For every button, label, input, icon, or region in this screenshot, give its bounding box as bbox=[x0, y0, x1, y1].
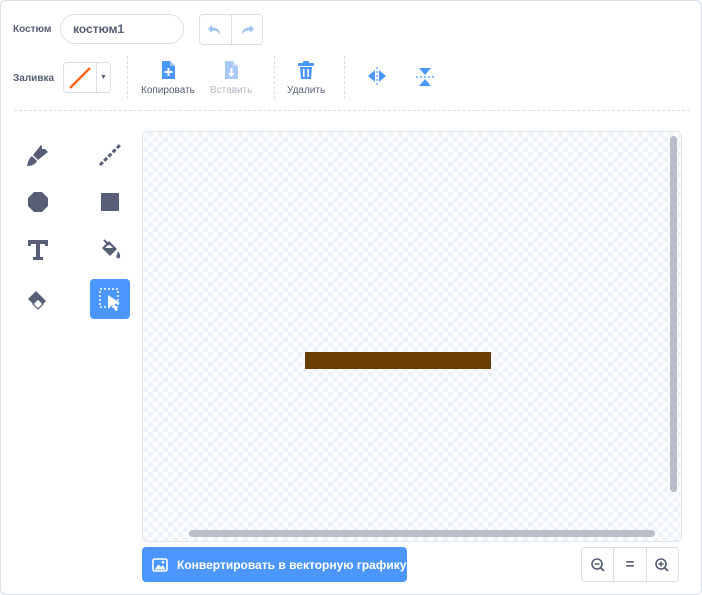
toolbar-divider bbox=[344, 56, 345, 99]
zoom-in-button[interactable] bbox=[645, 548, 678, 581]
brown-rectangle-shape[interactable] bbox=[305, 352, 491, 369]
costume-name-input[interactable] bbox=[60, 14, 184, 44]
select-tool[interactable] bbox=[90, 279, 130, 319]
undo-redo-group bbox=[199, 14, 263, 45]
eraser-icon bbox=[28, 291, 46, 310]
fill-color-picker[interactable]: ▼ bbox=[63, 62, 111, 93]
toolbar-divider bbox=[127, 56, 128, 99]
zoom-in-icon bbox=[655, 557, 669, 572]
image-icon bbox=[152, 557, 168, 572]
redo-icon bbox=[241, 24, 254, 35]
line-icon bbox=[98, 143, 122, 167]
trash-icon bbox=[298, 61, 315, 79]
flip-vertical-button[interactable] bbox=[415, 66, 435, 88]
fill-tool[interactable] bbox=[90, 230, 130, 270]
drawing-canvas[interactable] bbox=[142, 131, 682, 542]
circle-icon bbox=[28, 192, 48, 212]
flip-horizontal-icon bbox=[368, 67, 386, 85]
delete-button[interactable]: Удалить bbox=[287, 60, 325, 96]
zoom-reset-label: = bbox=[625, 556, 635, 573]
undo-button[interactable] bbox=[200, 15, 231, 44]
convert-label: Конвертировать в векторную графику bbox=[177, 557, 407, 572]
flip-horizontal-button[interactable] bbox=[366, 66, 388, 86]
paint-editor: Костюм Заливка ▼ Копировать bbox=[0, 0, 702, 595]
brush-tool[interactable] bbox=[18, 135, 58, 175]
convert-to-vector-button[interactable]: Конвертировать в векторную графику bbox=[142, 547, 407, 582]
zoom-reset-button[interactable]: = bbox=[613, 548, 645, 581]
paste-label: Вставить bbox=[210, 85, 253, 96]
fill-label: Заливка bbox=[13, 73, 55, 84]
select-icon bbox=[99, 288, 120, 311]
line-tool[interactable] bbox=[90, 135, 130, 175]
brush-icon bbox=[27, 145, 48, 166]
rectangle-tool[interactable] bbox=[90, 182, 130, 222]
toolbar-separator bbox=[14, 110, 690, 111]
fill-color-swatch[interactable] bbox=[64, 63, 96, 92]
paste-button[interactable]: Вставить bbox=[210, 60, 252, 96]
horizontal-scrollbar[interactable] bbox=[189, 530, 655, 537]
zoom-out-button[interactable] bbox=[582, 548, 613, 581]
costume-label: Костюм bbox=[13, 24, 52, 35]
circle-tool[interactable] bbox=[18, 182, 58, 222]
text-icon bbox=[28, 240, 48, 260]
toolbar-divider bbox=[274, 56, 275, 99]
flip-vertical-icon bbox=[416, 68, 434, 86]
delete-label: Удалить bbox=[287, 85, 326, 96]
text-tool[interactable] bbox=[18, 230, 58, 270]
fill-bucket-icon bbox=[102, 239, 121, 259]
eraser-tool[interactable] bbox=[18, 279, 58, 319]
vertical-scrollbar[interactable] bbox=[670, 136, 677, 492]
paste-icon bbox=[225, 61, 239, 79]
copy-icon bbox=[161, 61, 175, 79]
fill-dropdown-arrow[interactable]: ▼ bbox=[96, 63, 110, 92]
redo-button[interactable] bbox=[230, 15, 263, 44]
copy-label: Копировать bbox=[141, 85, 195, 96]
copy-button[interactable]: Копировать bbox=[141, 60, 195, 96]
rectangle-icon bbox=[101, 193, 119, 211]
no-fill-swatch-icon bbox=[69, 66, 91, 89]
undo-icon bbox=[208, 24, 221, 35]
zoom-out-icon bbox=[590, 557, 605, 572]
zoom-controls: = bbox=[581, 547, 679, 582]
